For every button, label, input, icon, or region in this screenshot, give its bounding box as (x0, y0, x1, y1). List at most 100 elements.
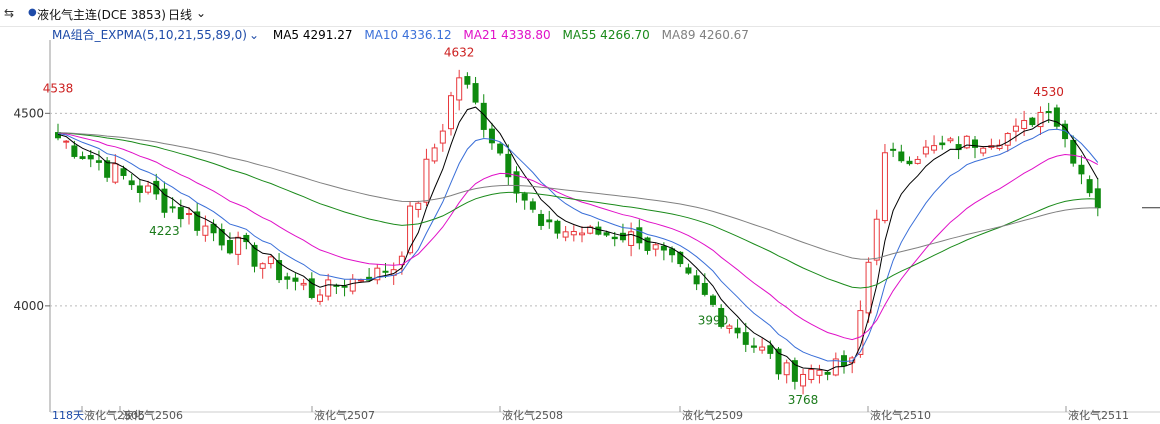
candle-body[interactable] (497, 143, 504, 154)
candle-body[interactable] (701, 282, 708, 295)
candlestick-chart[interactable]: 4000 4500 4530 3990 4632 3768 4538 4223 118天 液化气2… (0, 0, 1160, 424)
candle-body[interactable] (824, 371, 831, 375)
candle-body[interactable] (112, 163, 119, 183)
candle-body[interactable] (382, 270, 389, 273)
candle-body[interactable] (95, 160, 102, 163)
candle-body[interactable] (431, 147, 438, 162)
candle-body[interactable] (1012, 125, 1019, 132)
candle-body[interactable] (554, 220, 561, 234)
candle-body[interactable] (407, 205, 414, 254)
candle-body[interactable] (898, 151, 905, 162)
candle-body[interactable] (87, 155, 94, 160)
candle-body[interactable] (259, 263, 266, 269)
candle-body[interactable] (349, 278, 356, 292)
candle-body[interactable] (873, 218, 880, 261)
candle-body[interactable] (570, 230, 577, 236)
candle-body[interactable] (890, 148, 897, 151)
candle-body[interactable] (947, 138, 954, 142)
candle-body[interactable] (652, 244, 659, 250)
candle-body[interactable] (808, 369, 815, 380)
candle-body[interactable] (611, 236, 618, 240)
candle-body[interactable] (521, 193, 528, 201)
candle-body[interactable] (529, 201, 536, 210)
candle-body[interactable] (145, 185, 152, 193)
candle-body[interactable] (562, 231, 569, 238)
candle-body[interactable] (791, 360, 798, 382)
candle-body[interactable] (1094, 188, 1101, 209)
candle-body[interactable] (931, 145, 938, 151)
candle-body[interactable] (750, 345, 757, 348)
candle-body[interactable] (235, 236, 242, 255)
price-annotation: 4538 (43, 82, 74, 96)
candle-body[interactable] (317, 294, 323, 302)
candle-body[interactable] (619, 232, 626, 241)
candle-body[interactable] (226, 240, 233, 254)
candle-body[interactable] (939, 142, 946, 146)
candle-body[interactable] (186, 213, 192, 216)
candle-body[interactable] (644, 237, 651, 251)
candle-body[interactable] (284, 276, 291, 280)
candle-body[interactable] (63, 140, 70, 143)
candle-body[interactable] (538, 213, 545, 226)
candle-body[interactable] (423, 158, 430, 203)
candle-body[interactable] (439, 130, 446, 144)
candle-body[interactable] (71, 145, 78, 157)
candle-body[interactable] (488, 128, 495, 144)
candle-body[interactable] (136, 185, 143, 193)
candle-body[interactable] (660, 245, 667, 251)
candle-body[interactable] (357, 279, 364, 282)
candle-body[interactable] (734, 327, 741, 334)
candle-body[interactable] (1045, 110, 1052, 114)
candle-body[interactable] (448, 95, 454, 130)
candle-body[interactable] (79, 156, 86, 159)
candle-body[interactable] (194, 211, 201, 231)
candle-body[interactable] (1078, 164, 1085, 175)
candle-body[interactable] (1021, 120, 1028, 129)
candle-body[interactable] (800, 373, 807, 387)
candle-body[interactable] (783, 362, 790, 376)
candle-body[interactable] (267, 256, 274, 265)
candle-body[interactable] (472, 83, 479, 103)
candle-body[interactable] (685, 267, 692, 274)
candle-body[interactable] (546, 219, 553, 223)
candle-body[interactable] (881, 152, 888, 222)
x-tick-label: 液化气2506 (122, 408, 183, 422)
candle-body[interactable] (914, 158, 921, 164)
candle-body[interactable] (759, 346, 766, 351)
candle-body[interactable] (841, 355, 847, 367)
candle-body[interactable] (341, 285, 348, 288)
candle-body[interactable] (579, 232, 585, 236)
candle-body[interactable] (325, 279, 332, 297)
price-annotation: 4223 (149, 224, 180, 238)
candle-body[interactable] (1070, 139, 1077, 164)
candle-body[interactable] (464, 76, 471, 85)
candle-body[interactable] (595, 226, 602, 235)
candle-body[interactable] (922, 146, 929, 155)
candle-body[interactable] (603, 232, 610, 236)
candle-body[interactable] (816, 369, 823, 376)
candle-body[interactable] (128, 180, 135, 186)
candle-body[interactable] (1029, 117, 1036, 126)
candle-body[interactable] (169, 206, 176, 209)
candle-body[interactable] (120, 168, 127, 176)
price-annotation: 4632 (444, 45, 475, 59)
candle-body[interactable] (1086, 179, 1093, 194)
candle-body[interactable] (677, 251, 684, 265)
price-annotation: 3990 (698, 314, 729, 328)
candle-body[interactable] (300, 282, 307, 286)
candle-body[interactable] (415, 202, 422, 210)
candle-body[interactable] (742, 332, 749, 345)
x-tick-label: 118天 (52, 409, 84, 422)
candle-body[interactable] (177, 207, 184, 220)
candle-body[interactable] (980, 147, 987, 154)
candle-body[interactable] (202, 225, 209, 236)
candle-body[interactable] (1004, 133, 1011, 146)
candle-body[interactable] (906, 160, 913, 165)
candle-body[interactable] (456, 77, 463, 101)
candle-body[interactable] (628, 231, 635, 246)
y-tick-label: 4500 (13, 106, 44, 120)
candle-body[interactable] (710, 295, 716, 305)
candle-body[interactable] (292, 277, 299, 282)
candle-body[interactable] (693, 275, 700, 285)
candle-body[interactable] (767, 345, 774, 354)
